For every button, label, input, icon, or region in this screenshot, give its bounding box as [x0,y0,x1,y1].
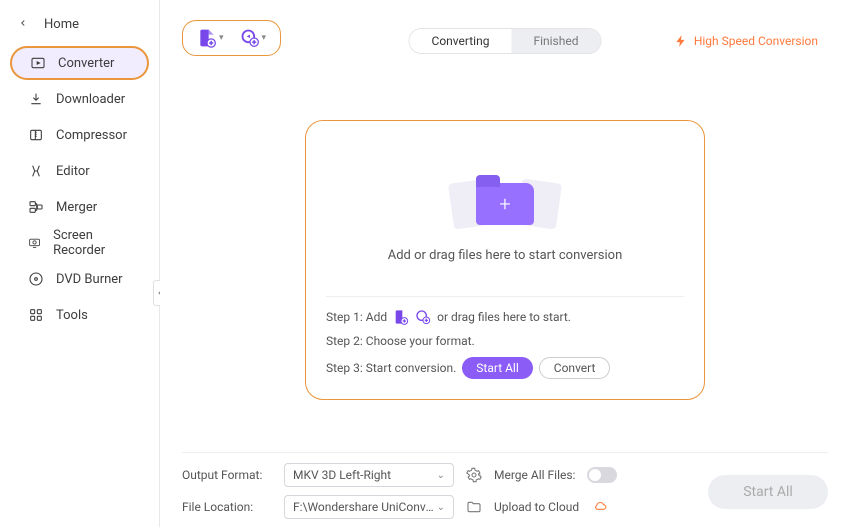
steps: Step 1: Add or drag files here to start.… [326,296,684,379]
output-format-label: Output Format: [182,468,272,482]
sidebar-item-compressor[interactable]: Compressor [10,118,149,152]
settings-icon[interactable] [466,467,482,483]
sidebar-item-label: Tools [56,308,88,323]
merger-icon [28,199,44,215]
sidebar-item-tools[interactable]: Tools [10,298,149,332]
sidebar-item-downloader[interactable]: Downloader [10,82,149,116]
chevron-down-icon: ▾ [262,33,267,43]
drop-message: Add or drag files here to start conversi… [388,248,623,263]
upload-label: Upload to Cloud [494,500,579,514]
sidebar-item-label: Compressor [56,128,127,143]
start-all-pill[interactable]: Start All [462,357,533,379]
download-icon [28,91,44,107]
chevron-down-icon: ⌄ [437,502,445,513]
sidebar: Home Converter Downloader Compressor Edi… [0,0,160,527]
add-file-button[interactable]: ▾ [197,28,224,48]
high-speed-button[interactable]: High Speed Conversion [664,28,828,54]
chevron-down-icon: ▾ [219,33,224,43]
converter-icon [30,55,46,71]
start-all-button[interactable]: Start All [708,475,828,509]
compress-icon [28,127,44,143]
screenrec-icon [28,235,41,251]
add-buttons-group: ▾ ▾ [182,20,281,56]
output-format-value: MKV 3D Left-Right [293,468,391,482]
add-dvd-icon [415,309,431,325]
editor-icon [28,163,44,179]
sidebar-item-label: DVD Burner [56,272,123,287]
cloud-icon[interactable] [591,500,609,514]
tools-icon [28,307,44,323]
open-folder-icon[interactable] [466,499,482,515]
back-label: Home [44,17,79,32]
sidebar-item-label: Merger [56,200,97,215]
sidebar-item-screenrecorder[interactable]: Screen Recorder [10,226,149,260]
start-all-label: Start All [743,484,793,500]
tab-segment: Converting Finished [409,28,602,54]
step1-prefix: Step 1: Add [326,310,387,324]
drop-zone[interactable]: + Add or drag files here to start conver… [326,141,684,296]
add-file-icon [393,309,409,325]
sidebar-item-label: Screen Recorder [53,228,131,258]
file-location-value: F:\Wondershare UniConverter 1 [293,500,437,514]
sidebar-item-merger[interactable]: Merger [10,190,149,224]
tab-converting[interactable]: Converting [410,29,512,53]
sidebar-item-converter[interactable]: Converter [10,46,149,80]
step-3: Step 3: Start conversion. Start All Conv… [326,357,684,379]
step-2: Step 2: Choose your format. [326,334,684,348]
merge-toggle[interactable] [587,467,617,483]
back-home[interactable]: Home [0,8,159,40]
sidebar-item-dvdburner[interactable]: DVD Burner [10,262,149,296]
file-location-select[interactable]: F:\Wondershare UniConverter 1 ⌄ [284,495,454,519]
step3-prefix: Step 3: Start conversion. [326,361,456,375]
folder-illustration: + [445,174,565,234]
add-folder-button[interactable]: ▾ [240,28,267,48]
output-format-select[interactable]: MKV 3D Left-Right ⌄ [284,463,454,487]
step1-suffix: or drag files here to start. [437,310,571,324]
step-1: Step 1: Add or drag files here to start. [326,309,684,325]
sidebar-item-label: Downloader [56,92,125,107]
plus-icon: + [499,192,510,216]
main-area: ▾ ▾ Converting Finished High Speed Conve… [160,0,850,527]
dvd-icon [28,271,44,287]
lightning-icon [674,34,688,48]
file-location-label: File Location: [182,500,272,514]
tab-finished[interactable]: Finished [511,29,600,53]
chevron-down-icon: ⌄ [437,470,445,481]
sidebar-item-editor[interactable]: Editor [10,154,149,188]
speed-label: High Speed Conversion [694,34,818,48]
convert-pill[interactable]: Convert [539,357,611,379]
sidebar-item-label: Editor [56,164,90,179]
drop-panel: + Add or drag files here to start conver… [305,120,705,400]
merge-label: Merge All Files: [494,468,575,482]
sidebar-item-label: Converter [58,56,114,71]
chevron-left-icon [18,17,28,32]
